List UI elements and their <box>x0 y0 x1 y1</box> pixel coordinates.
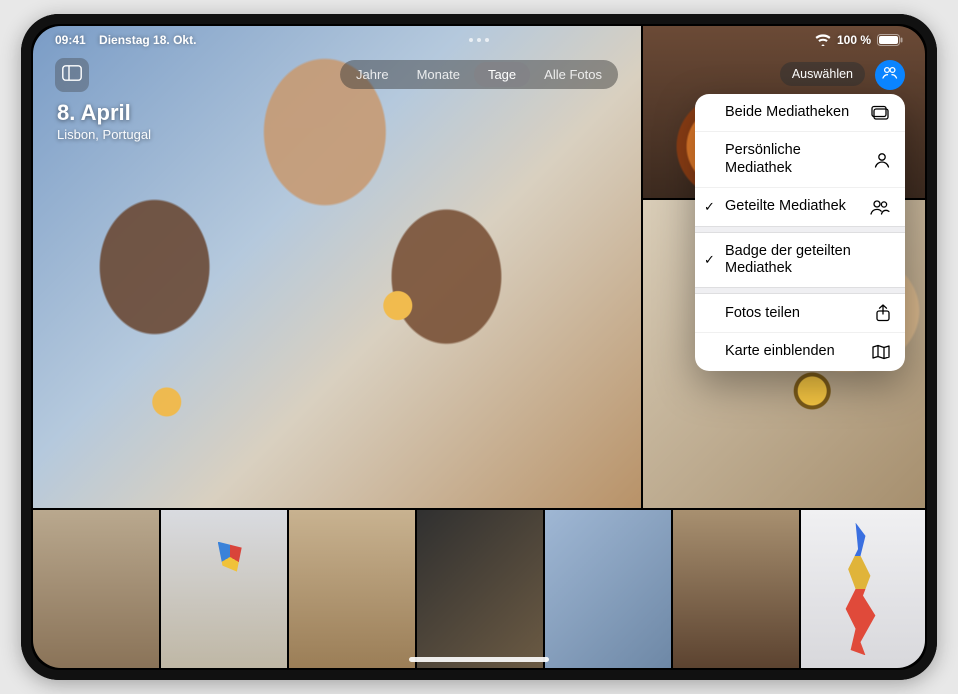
menu-item-both-libraries[interactable]: Beide Mediatheken <box>695 94 905 131</box>
more-options-button[interactable] <box>875 60 905 90</box>
menu-item-shared-badge-toggle[interactable]: ✓ Badge der geteilten Mediathek <box>695 233 905 288</box>
photo-tile[interactable] <box>673 510 799 668</box>
share-icon <box>869 304 891 322</box>
sidebar-icon <box>62 65 82 86</box>
menu-item-label: Badge der geteilten Mediathek <box>725 243 891 278</box>
menu-item-shared-library[interactable]: ✓ Geteilte Mediathek <box>695 187 905 225</box>
sidebar-toggle-button[interactable] <box>55 58 89 92</box>
status-date: Dienstag 18. Okt. <box>99 33 196 47</box>
multitask-indicator[interactable] <box>468 38 490 42</box>
battery-icon <box>877 34 903 46</box>
battery-text: 100 % <box>837 33 871 47</box>
menu-item-label: Geteilte Mediathek <box>725 198 869 215</box>
date-location-block: 8. April Lisbon, Portugal <box>57 100 151 142</box>
location-subtitle: Lisbon, Portugal <box>57 127 151 142</box>
library-both-icon <box>869 105 891 121</box>
menu-item-show-map[interactable]: Karte einblenden <box>695 332 905 370</box>
date-title: 8. April <box>57 100 151 125</box>
photo-tile[interactable] <box>545 510 671 668</box>
menu-separator <box>695 287 905 294</box>
ipad-device-frame: 09:41 Dienstag 18. Okt. 100 % <box>21 14 937 680</box>
status-right: 100 % <box>815 33 903 47</box>
home-indicator[interactable] <box>409 657 549 662</box>
segment-allphotos[interactable]: Alle Fotos <box>530 62 616 87</box>
status-left: 09:41 Dienstag 18. Okt. <box>55 33 196 47</box>
segment-days[interactable]: Tage <box>474 62 530 87</box>
photo-tile[interactable] <box>417 510 543 668</box>
wifi-icon <box>815 34 831 46</box>
menu-item-label: Beide Mediatheken <box>725 104 869 121</box>
view-segmented-control[interactable]: Jahre Monate Tage Alle Fotos <box>340 60 618 89</box>
people-icon <box>869 199 891 215</box>
menu-item-label: Fotos teilen <box>725 305 869 322</box>
person-icon <box>869 152 891 168</box>
status-time: 09:41 <box>55 33 86 47</box>
photo-tile-hero[interactable] <box>33 26 641 508</box>
segment-months[interactable]: Monate <box>403 62 474 87</box>
checkmark-icon: ✓ <box>704 252 715 268</box>
map-icon <box>869 344 891 360</box>
photo-tile[interactable] <box>801 510 925 668</box>
menu-item-share-photos[interactable]: Fotos teilen <box>695 294 905 332</box>
menu-item-label: Karte einblenden <box>725 343 869 360</box>
photo-tile[interactable] <box>33 510 159 668</box>
checkmark-icon: ✓ <box>704 199 715 215</box>
screen: 09:41 Dienstag 18. Okt. 100 % <box>33 26 925 668</box>
photo-tile[interactable] <box>289 510 415 668</box>
select-button[interactable]: Auswählen <box>780 62 865 86</box>
menu-separator <box>695 226 905 233</box>
segment-years[interactable]: Jahre <box>342 62 403 87</box>
photo-tile[interactable] <box>161 510 287 668</box>
status-bar: 09:41 Dienstag 18. Okt. 100 % <box>33 26 925 50</box>
library-filter-menu: Beide Mediatheken Persönliche Mediathek … <box>695 94 905 371</box>
menu-item-label: Persönliche Mediathek <box>725 142 869 177</box>
menu-item-personal-library[interactable]: Persönliche Mediathek <box>695 131 905 187</box>
ellipsis-icon <box>881 66 899 85</box>
